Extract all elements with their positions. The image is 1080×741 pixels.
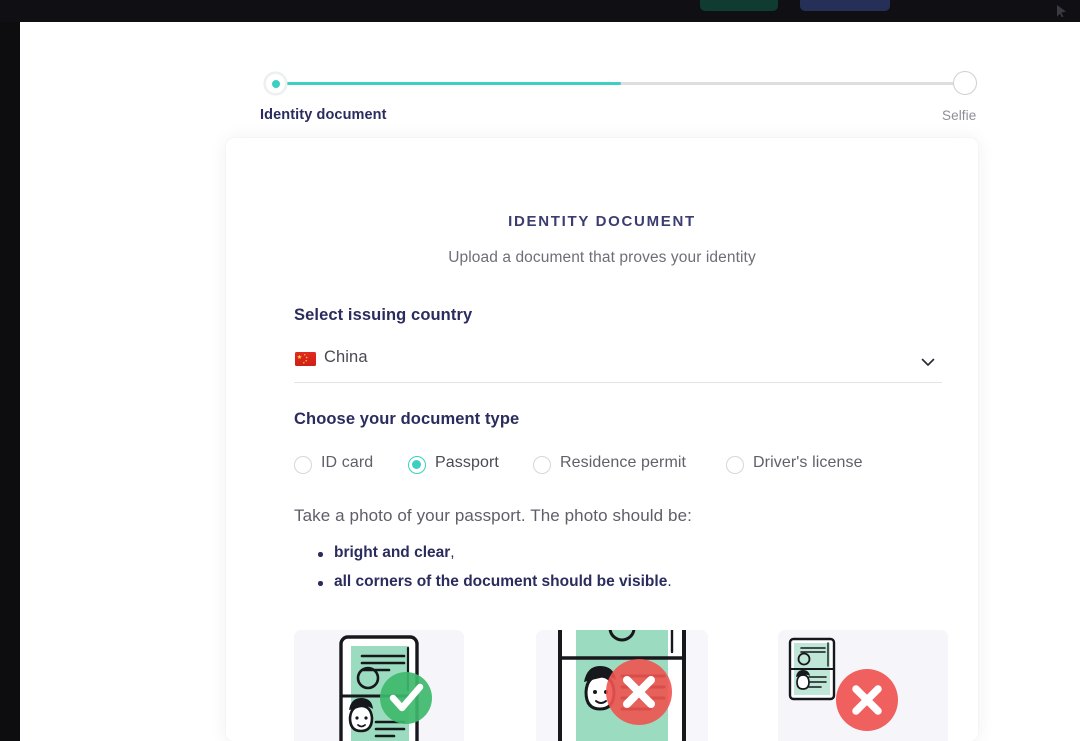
page-title: IDENTITY DOCUMENT xyxy=(226,213,978,230)
page-viewport: Identity document Selfie IDENTITY DOCUME… xyxy=(20,22,1080,741)
page-subtitle: Upload a document that proves your ident… xyxy=(226,249,978,267)
chrome-pill-blue[interactable] xyxy=(800,0,890,11)
radio-label-id-card: ID card xyxy=(321,454,373,472)
face-glyph xyxy=(349,698,373,731)
progress-stepper: Identity document Selfie xyxy=(242,50,962,130)
bullet-strong-text: bright and clear xyxy=(334,544,450,561)
face-glyph xyxy=(796,670,810,689)
stepper-node-identity-document[interactable] xyxy=(264,72,287,95)
list-item: all corners of the document should be vi… xyxy=(316,573,916,602)
bullet-strong-text: all corners of the document should be vi… xyxy=(334,573,667,590)
radio-dot-id-card xyxy=(294,456,312,474)
chrome-pill-green[interactable] xyxy=(700,0,778,11)
good-example-illustration xyxy=(294,630,464,741)
document-type-radio-group: ID card Passport Residence permit Driver… xyxy=(294,453,954,483)
document-type-field-label: Choose your document type xyxy=(294,410,519,429)
radio-label-passport: Passport xyxy=(435,454,499,472)
radio-dot-passport xyxy=(408,456,426,474)
list-item: bright and clear, xyxy=(316,544,916,573)
chevron-down-icon[interactable] xyxy=(919,353,937,371)
stepper-label-selfie: Selfie xyxy=(942,108,976,123)
bullet-tail-text: . xyxy=(667,573,671,590)
identity-document-card: IDENTITY DOCUMENT Upload a document that… xyxy=(226,138,978,741)
photo-instruction-text: Take a photo of your passport. The photo… xyxy=(294,506,692,526)
check-circle-icon xyxy=(380,672,432,724)
photo-examples xyxy=(294,630,948,741)
photo-requirements-list: bright and clear, all corners of the doc… xyxy=(316,544,916,602)
country-field-label: Select issuing country xyxy=(294,306,472,325)
screen: Identity document Selfie IDENTITY DOCUME… xyxy=(0,0,1080,741)
radio-label-residence-permit: Residence permit xyxy=(560,454,686,472)
country-selected-value: China xyxy=(324,348,368,367)
stepper-label-identity-document: Identity document xyxy=(260,107,387,123)
example-tile-cropped xyxy=(536,630,708,741)
too-far-example-illustration xyxy=(778,630,948,741)
example-tile-too-far xyxy=(778,630,948,741)
browser-chrome-top-bar xyxy=(0,0,1080,22)
browser-chrome-left-bar xyxy=(0,22,20,741)
flag-china-icon xyxy=(295,352,316,366)
radio-label-drivers-license: Driver's license xyxy=(753,454,863,472)
radio-dot-drivers-license xyxy=(726,456,744,474)
stepper-node-selfie[interactable] xyxy=(953,71,977,95)
stepper-track xyxy=(275,82,967,85)
country-select[interactable]: China xyxy=(294,343,942,383)
cropped-example-illustration xyxy=(536,630,708,741)
example-tile-good xyxy=(294,630,464,741)
stepper-track-fill xyxy=(275,82,621,85)
bullet-tail-text: , xyxy=(450,544,454,561)
radio-dot-residence-permit xyxy=(533,456,551,474)
mouse-cursor-icon xyxy=(1057,5,1066,17)
